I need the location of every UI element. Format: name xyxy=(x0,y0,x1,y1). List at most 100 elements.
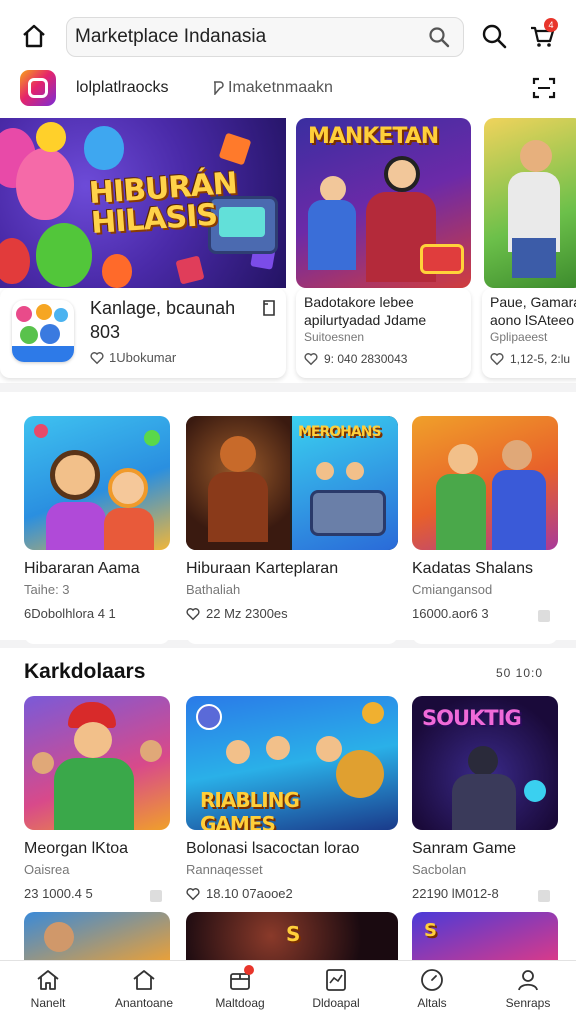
tag-icon xyxy=(214,81,224,95)
featured-card-meta: 9: 040 2830043 xyxy=(304,352,466,366)
notification-dot xyxy=(243,965,254,975)
nav-item-categories[interactable]: Anantoane xyxy=(96,961,192,1024)
nav-item-profile[interactable]: Senraps xyxy=(480,961,576,1024)
featured-card-mid[interactable]: Badotakore lebee apilurtyadad Jdame Suit… xyxy=(296,288,471,378)
game-card-title: Bolonasi lsacoctan lorao xyxy=(186,840,360,857)
heart-icon[interactable] xyxy=(186,887,200,901)
featured-card-right[interactable]: Paue, Gamara aono lSAteeo Gplipaeest 1,1… xyxy=(482,288,576,378)
more-options-icon[interactable] xyxy=(538,890,550,902)
featured-banner[interactable]: HIBURÁN HILASIS xyxy=(0,118,286,288)
nav-label: Nanelt xyxy=(30,996,66,1010)
game-card[interactable]: RIABLING GAMES Bolonasi lsacoctan lorao … xyxy=(186,696,398,924)
game-card[interactable]: Meorgan lKtoa Oaisrea 23 1000.4 5 xyxy=(24,696,170,924)
magnifier-icon xyxy=(482,24,507,49)
nav-label: Maltdoag xyxy=(215,996,265,1010)
featured-tile-1[interactable]: MANKETAN xyxy=(296,118,471,288)
balloon-decoration xyxy=(16,148,74,220)
tile-art-text: MANKETAN xyxy=(308,124,439,149)
top-header: Marketplace Indanasia 4 lolplatlraocks I… xyxy=(0,0,576,118)
game-card[interactable]: MEROHANS Hiburaan Karteplaran Bathaliah … xyxy=(186,416,398,644)
crate-decoration xyxy=(175,255,205,285)
game-card-title: Sanram Game xyxy=(412,840,517,857)
featured-card-title: Paue, Gamara xyxy=(490,294,576,310)
featured-card-meta-text: 9: 040 2830043 xyxy=(324,352,408,366)
heart-icon[interactable] xyxy=(186,607,200,621)
sub-link-secondary-label: Imaketnmaakn xyxy=(228,79,333,96)
heart-icon[interactable] xyxy=(490,352,504,366)
featured-card-meta: 1Ubokumar xyxy=(90,350,176,365)
search-icon[interactable] xyxy=(427,25,451,49)
nav-item-orders[interactable]: Maltdoag xyxy=(192,961,288,1024)
featured-card-title: Badotakore lebee xyxy=(304,294,414,310)
heart-icon[interactable] xyxy=(304,352,318,366)
game-card[interactable]: Kadatas Shalans Cmiangansod 16000.aor6 3 xyxy=(412,416,558,644)
game-card-peek[interactable] xyxy=(24,912,170,960)
user-icon xyxy=(518,970,538,991)
section-more-link[interactable]: 50 10:0 xyxy=(496,666,543,680)
game-card-image xyxy=(24,416,170,550)
game-card-meta: 23 1000.4 5 xyxy=(24,886,93,901)
nav-item-activity[interactable]: Altals xyxy=(384,961,480,1024)
nav-label: Altals xyxy=(417,996,447,1010)
balloon-decoration xyxy=(102,254,132,288)
featured-card-subtitle: 803 xyxy=(90,322,121,342)
cart-button[interactable]: 4 xyxy=(526,18,558,52)
home-icon xyxy=(23,24,45,48)
app-thumbnail xyxy=(12,300,74,362)
balloon-decoration xyxy=(36,223,92,287)
featured-card-subtitle: apilurtyadad Jdame xyxy=(304,312,427,328)
game-card-meta: 16000.aor6 3 xyxy=(412,606,489,621)
scan-icon[interactable] xyxy=(532,76,556,100)
game-art-text: SOUKTIG xyxy=(422,706,522,730)
header-search-button[interactable] xyxy=(480,22,508,50)
section-title: Karkdolaars xyxy=(24,660,146,683)
more-options-icon[interactable] xyxy=(150,890,162,902)
game-art-text: RIABLING GAMES xyxy=(200,788,300,830)
search-input[interactable]: Marketplace Indanasia xyxy=(75,26,427,48)
featured-tile-2[interactable] xyxy=(484,118,576,288)
game-card-peek[interactable]: S xyxy=(412,912,558,960)
game-card-image: MEROHANS xyxy=(186,416,398,550)
game-card-meta: 18.10 07aooe2 xyxy=(186,886,398,901)
game-card-subtitle: Rannaqesset xyxy=(186,862,263,877)
app-logo-icon[interactable] xyxy=(20,70,56,106)
more-options-icon[interactable] xyxy=(538,610,550,622)
character-figure xyxy=(320,176,346,202)
bookmark-icon[interactable] xyxy=(262,300,276,316)
character-legs xyxy=(512,238,556,278)
nav-item-home[interactable]: Nanelt xyxy=(0,961,96,1024)
game-card-title: Meorgan lKtoa xyxy=(24,840,129,857)
chart-card-icon xyxy=(326,969,346,991)
game-card[interactable]: Hibararan Aama Taihe: 3 6Dobolhlora 4 1 xyxy=(24,416,170,644)
sub-link-primary[interactable]: lolplatlraocks xyxy=(76,79,168,97)
heart-icon[interactable] xyxy=(90,351,104,365)
crate-decoration xyxy=(218,132,252,166)
game-card-meta-text: 22 Mz 2300es xyxy=(206,606,288,621)
featured-card-category: Gplipaeest xyxy=(490,330,548,344)
nav-label: Anantoane xyxy=(114,996,174,1010)
nav-label: Senraps xyxy=(505,996,551,1010)
featured-card-meta-text: 1,12-5, 2:lu xyxy=(510,352,571,366)
featured-card-subtitle: aono lSAteeo xyxy=(490,312,575,328)
featured-section: HIBURÁN HILASIS MANKETAN Kanlage, bcauna… xyxy=(0,118,576,383)
game-card[interactable]: SOUKTIG Sanram Game Sacbolan 22190 lM012… xyxy=(412,696,558,924)
game-card-image: SOUKTIG xyxy=(412,696,558,830)
home-button[interactable] xyxy=(18,20,50,52)
sub-link-secondary[interactable]: Imaketnmaakn xyxy=(212,79,333,97)
games-section-1: Hibararan Aama Taihe: 3 6Dobolhlora 4 1 … xyxy=(0,392,576,644)
game-card-subtitle: Oaisrea xyxy=(24,862,70,877)
featured-card-meta: 1,12-5, 2:lu xyxy=(490,352,576,366)
character-body xyxy=(308,200,356,270)
game-card-image xyxy=(24,696,170,830)
search-bar[interactable]: Marketplace Indanasia xyxy=(66,17,464,57)
featured-card-title: Kanlage, bcaunah xyxy=(90,298,236,318)
home-icon xyxy=(37,970,59,990)
nav-item-feed[interactable]: Dldoapal xyxy=(288,961,384,1024)
gauge-icon xyxy=(421,969,443,991)
game-card-peek[interactable]: S xyxy=(186,912,398,960)
featured-card-category: Suitoesnen xyxy=(304,330,365,344)
game-card-subtitle: Sacbolan xyxy=(412,862,467,877)
featured-card-left[interactable]: Kanlage, bcaunah 803 1Ubokumar xyxy=(0,288,286,378)
game-card-title: Hibararan Aama xyxy=(24,560,140,577)
sub-navigation: lolplatlraocks Imaketnmaakn xyxy=(0,66,576,112)
